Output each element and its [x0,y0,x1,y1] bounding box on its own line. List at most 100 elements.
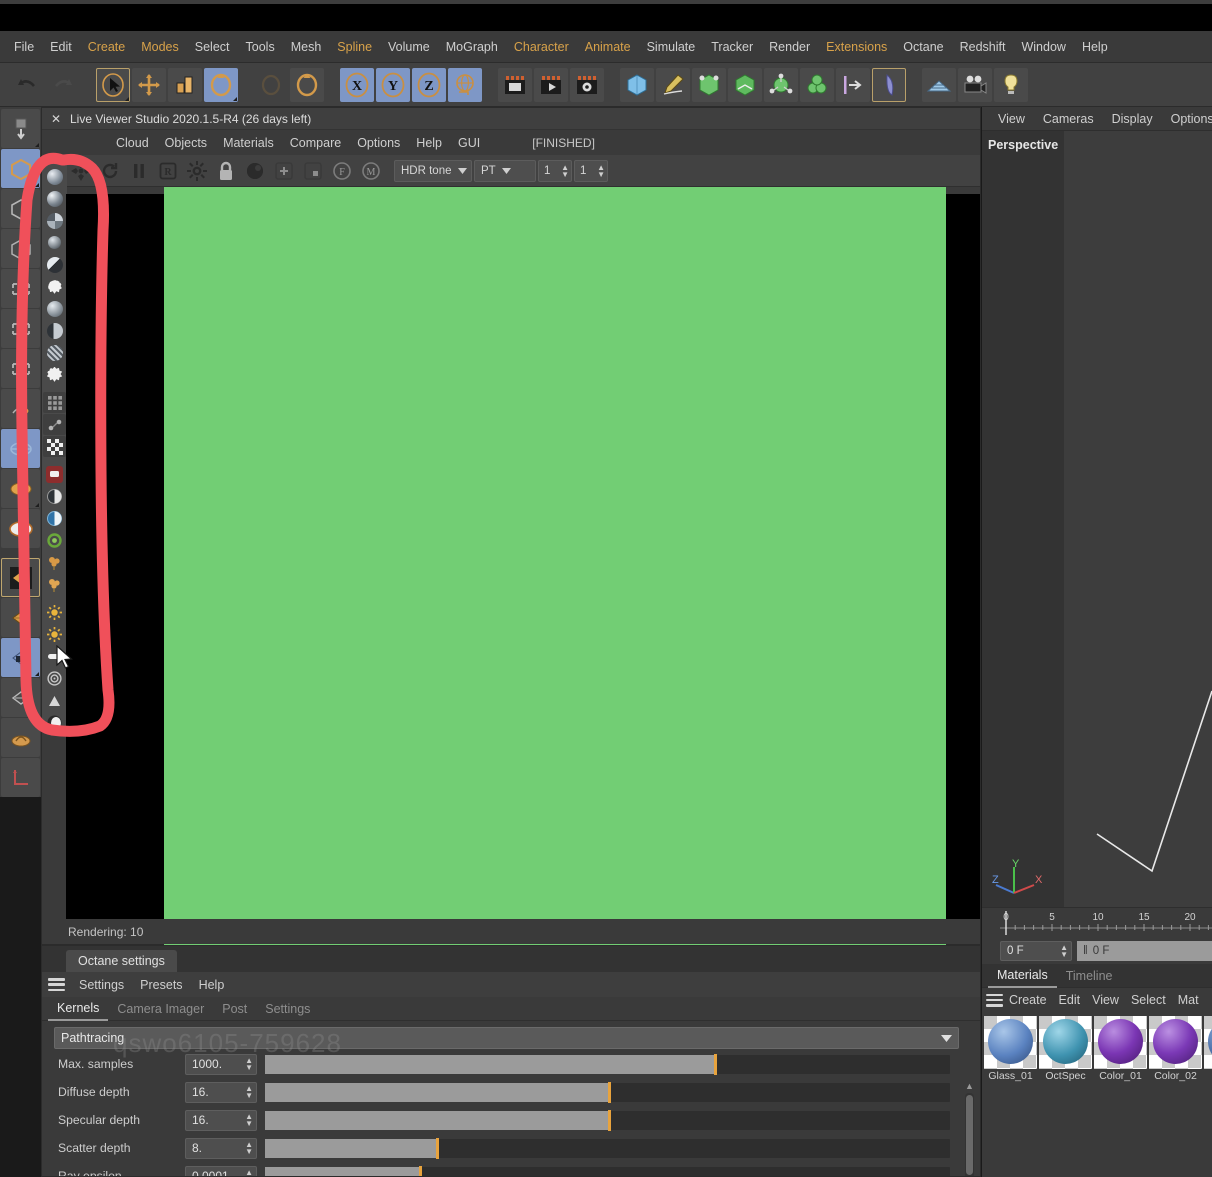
oc-menu-presets[interactable]: Presets [132,978,190,992]
live-viewer-render-canvas[interactable] [66,187,980,949]
main-icon-toolbar[interactable]: X Y Z [0,63,1212,107]
menu-file[interactable]: File [6,40,42,54]
hamburger-menu-icon[interactable] [986,993,1003,1007]
material-picker-icon[interactable]: M [357,157,384,184]
menu-edit[interactable]: Edit [42,40,80,54]
make-editable-button[interactable] [1,109,40,148]
hamburger-menu-icon[interactable] [48,978,65,991]
material-preview-portal-icon[interactable] [43,254,66,275]
lock-workplane-button[interactable] [1,718,40,757]
current-frame-input[interactable]: 0 F ▲ ▼ [1000,940,1072,961]
spinner-icon[interactable]: ▲▼ [245,1085,253,1100]
spinner-icon[interactable]: ▲▼ [245,1057,253,1072]
menu-tracker[interactable]: Tracker [703,40,761,54]
material-item[interactable]: Color_02 [1149,1016,1202,1082]
octane-settings-window[interactable]: Octane settings Settings Presets Help Ke… [41,945,981,1177]
vp-menu-view[interactable]: View [990,112,1033,126]
material-preview-hair-icon[interactable] [43,342,66,363]
material-preview-toon-icon[interactable] [43,276,66,297]
menu-mograph[interactable]: MoGraph [438,40,506,54]
input-ray-epsilon[interactable]: 0.0001 ▲▼ [185,1165,257,1177]
texture-grid-icon[interactable] [43,392,66,413]
scrollbar-thumb[interactable] [966,1095,973,1175]
menu-tools[interactable]: Tools [238,40,283,54]
live-viewer-window[interactable]: ✕ Live Viewer Studio 2020.1.5-R4 (26 day… [41,107,981,949]
material-preview-layer-icon[interactable] [43,298,66,319]
spot-light-icon[interactable] [43,690,66,711]
render-aov-red-icon[interactable] [43,464,66,485]
material-preview-composite-icon[interactable] [43,320,66,341]
slider-max-samples[interactable] [265,1053,950,1075]
subtab-settings[interactable]: Settings [256,998,319,1020]
mat-menu-select[interactable]: Select [1125,993,1172,1007]
resolution-divider-2-stepper[interactable]: 1 ▲ ▼ [574,159,608,182]
green-ring-icon[interactable] [43,530,66,551]
uv-edges-button[interactable] [1,429,40,468]
menu-animate[interactable]: Animate [577,40,639,54]
close-icon[interactable]: ✕ [48,112,64,126]
menu-redshift[interactable]: Redshift [952,40,1014,54]
perspective-viewport[interactable]: Perspective Z Y X [982,131,1212,907]
workplane-button[interactable] [1,678,40,717]
material-item[interactable]: OctSpec [1039,1016,1092,1082]
tab-materials[interactable]: Materials [988,964,1057,988]
scale-tool-button[interactable] [168,67,202,102]
redo-button[interactable] [46,68,80,102]
move-tool-button[interactable] [132,67,166,102]
texture-mode-button[interactable] [1,229,40,268]
left-tool-palette[interactable] [0,107,41,797]
mat-menu-create[interactable]: Create [1003,993,1053,1007]
vp-menu-options[interactable]: Options [1163,112,1212,126]
menu-select[interactable]: Select [187,40,238,54]
param-row-ray-epsilon[interactable]: Ray epsilon 0.0001 ▲▼ [50,1163,980,1177]
menu-create[interactable]: Create [80,40,134,54]
cloner-button[interactable] [800,67,834,102]
tab-octane-settings[interactable]: Octane settings [66,950,177,972]
node-graph-icon[interactable] [43,414,66,435]
deformer-button[interactable] [728,67,762,102]
resolution-divider-1-stepper[interactable]: 1 ▲ ▼ [538,159,572,182]
kernel-select[interactable]: PT [474,159,536,182]
object-mode-button[interactable] [1,189,40,228]
world-coordinates-button[interactable] [448,67,482,102]
material-item[interactable]: Glass_01 [984,1016,1037,1082]
polygon-mode-button[interactable] [1,349,40,388]
sun-light-2-icon[interactable] [43,624,66,645]
material-thumbnail[interactable] [984,1016,1037,1069]
spline-pen-button[interactable] [656,67,690,102]
material-preview-diffuse-icon[interactable] [43,166,66,187]
menu-render[interactable]: Render [761,40,818,54]
live-viewer-toolbar[interactable]: R F M HDR tone PT 1 ▲ ▼ 1 ▲ ▼ [42,155,980,187]
octane-settings-tabrow[interactable]: Octane settings [42,946,980,972]
right-panel-column[interactable]: View Cameras Display Options Perspective… [982,107,1212,1177]
mat-menu-view[interactable]: View [1086,993,1125,1007]
menu-window[interactable]: Window [1013,40,1073,54]
lock-x-axis-button[interactable]: X [340,67,374,102]
checker-texture-icon[interactable] [43,436,66,457]
menu-modes[interactable]: Modes [133,40,187,54]
spinner-icon[interactable]: ▲▼ [245,1141,253,1156]
hdri-env-icon[interactable] [43,712,66,733]
light-button[interactable] [994,67,1028,102]
spinner-icon[interactable]: ▲▼ [245,1169,253,1177]
alpha-channel-icon[interactable] [241,157,268,184]
environment-button[interactable] [764,67,798,102]
mat-menu-edit[interactable]: Edit [1053,993,1087,1007]
timeline-ruler[interactable]: 0510 1520 [982,907,1212,937]
main-menubar[interactable]: File Edit Create Modes Select Tools Mesh… [0,31,1212,63]
sun-light-icon[interactable] [43,602,66,623]
slider-specular-depth[interactable] [265,1109,950,1131]
spinner-icon[interactable]: ▲▼ [561,163,569,178]
oc-menu-help[interactable]: Help [191,978,233,992]
axis-modify-button[interactable] [1,509,40,548]
scatter-object-icon[interactable] [43,552,66,573]
materials-timeline-tabs[interactable]: Materials Timeline [982,964,1212,988]
rotate-disabled-button[interactable] [254,68,288,102]
contrast-blue-icon[interactable] [43,508,66,529]
scroll-up-icon[interactable]: ▲ [965,1081,974,1091]
region-render-button[interactable]: R [154,157,181,184]
param-row-max-samples[interactable]: Max. samples 1000. ▲ ▼ [50,1051,980,1077]
focus-picker-icon[interactable]: F [328,157,355,184]
subtab-kernels[interactable]: Kernels [48,997,109,1021]
lv-menu-options[interactable]: Options [349,136,408,150]
